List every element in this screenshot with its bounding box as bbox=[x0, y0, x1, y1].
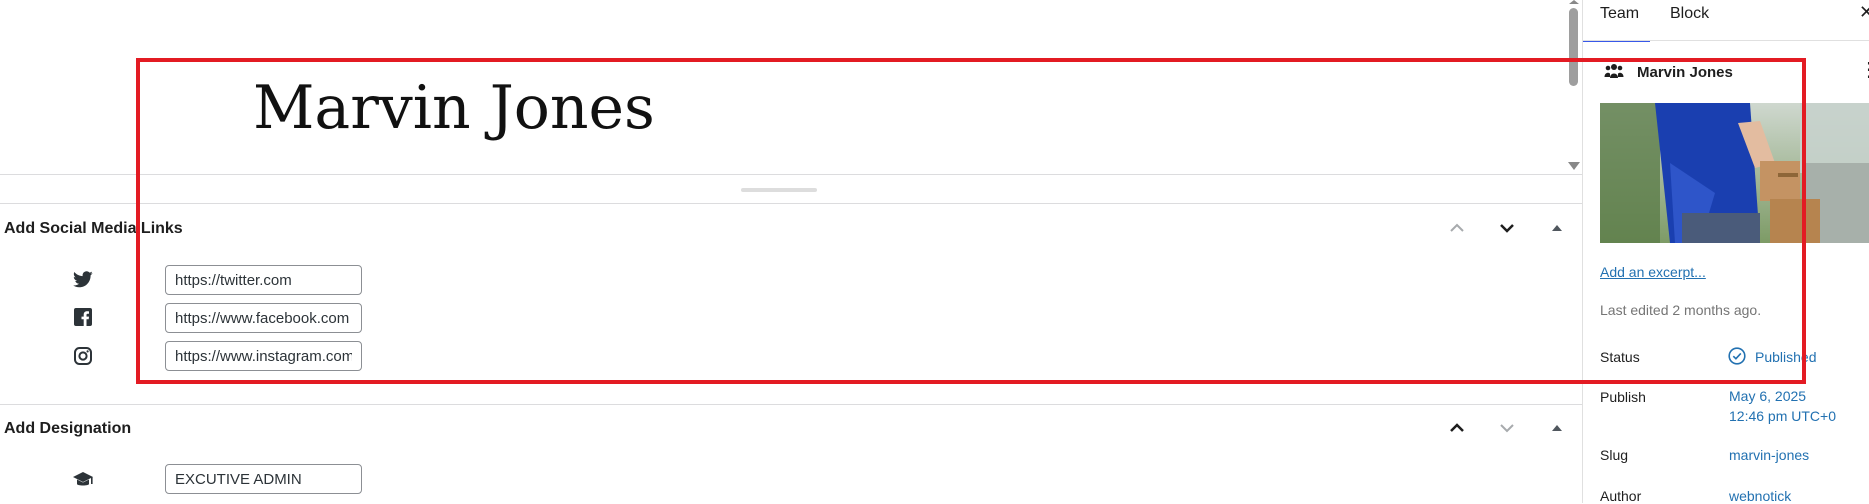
meta-boxes-resize-handle[interactable] bbox=[741, 188, 817, 192]
settings-sidebar: Team Block ✕ Marvin Jones ⋮ Add an excer… bbox=[1582, 0, 1869, 504]
tabs-underline bbox=[1583, 40, 1869, 41]
move-down-button[interactable] bbox=[1495, 216, 1519, 240]
divider bbox=[0, 404, 1582, 405]
instagram-icon bbox=[72, 345, 94, 367]
publish-label: Publish bbox=[1600, 389, 1646, 405]
editor-canvas: Marvin Jones Add Social Media Links Add … bbox=[0, 0, 1582, 503]
post-title[interactable]: Marvin Jones bbox=[253, 70, 655, 146]
twitter-url-field[interactable] bbox=[165, 265, 362, 295]
social-panel-heading[interactable]: Add Social Media Links bbox=[4, 220, 183, 238]
publish-time[interactable]: 12:46 pm UTC+0 bbox=[1729, 408, 1836, 424]
editor-scrollbar[interactable] bbox=[1565, 0, 1582, 175]
move-down-button[interactable] bbox=[1495, 416, 1519, 440]
graduation-cap-icon bbox=[72, 469, 94, 491]
move-up-button[interactable] bbox=[1445, 216, 1469, 240]
status-label: Status bbox=[1600, 349, 1640, 365]
toggle-panel-button[interactable] bbox=[1545, 216, 1569, 240]
scroll-up-arrow-icon[interactable] bbox=[1569, 0, 1579, 4]
last-edited-text: Last edited 2 months ago. bbox=[1600, 302, 1762, 318]
chevron-down-icon bbox=[1500, 424, 1514, 433]
author-value[interactable]: webnotick bbox=[1729, 488, 1791, 504]
sidebar-post-title: Marvin Jones bbox=[1637, 64, 1733, 81]
designation-field[interactable] bbox=[165, 464, 362, 494]
add-excerpt-link[interactable]: Add an excerpt... bbox=[1600, 264, 1706, 280]
twitter-icon bbox=[72, 268, 94, 290]
publish-date[interactable]: May 6, 2025 bbox=[1729, 388, 1806, 404]
scroll-down-arrow-icon[interactable] bbox=[1568, 162, 1580, 170]
divider bbox=[0, 203, 1582, 204]
chevron-up-icon bbox=[1450, 223, 1464, 232]
more-options-icon[interactable]: ⋮ bbox=[1859, 60, 1869, 80]
divider bbox=[0, 174, 1582, 175]
designation-panel-heading[interactable]: Add Designation bbox=[4, 420, 131, 438]
featured-image[interactable] bbox=[1600, 103, 1869, 243]
status-value[interactable]: Published bbox=[1755, 349, 1817, 365]
chevron-down-icon bbox=[1500, 224, 1514, 233]
close-icon[interactable]: ✕ bbox=[1859, 2, 1869, 23]
tab-team[interactable]: Team bbox=[1583, 0, 1650, 42]
facebook-url-field[interactable] bbox=[165, 303, 362, 333]
toggle-panel-button[interactable] bbox=[1545, 416, 1569, 440]
instagram-url-field[interactable] bbox=[165, 341, 362, 371]
author-label: Author bbox=[1600, 488, 1642, 504]
triangle-up-icon bbox=[1552, 225, 1562, 231]
facebook-icon bbox=[72, 306, 94, 328]
slug-value[interactable]: marvin-jones bbox=[1729, 447, 1809, 463]
slug-label: Slug bbox=[1600, 447, 1629, 463]
team-icon bbox=[1604, 63, 1624, 79]
scrollbar-thumb[interactable] bbox=[1569, 8, 1578, 86]
move-up-button[interactable] bbox=[1445, 416, 1469, 440]
triangle-up-icon bbox=[1552, 425, 1562, 431]
chevron-up-icon bbox=[1450, 423, 1464, 432]
published-check-icon bbox=[1728, 347, 1746, 365]
tab-block[interactable]: Block bbox=[1670, 0, 1709, 40]
